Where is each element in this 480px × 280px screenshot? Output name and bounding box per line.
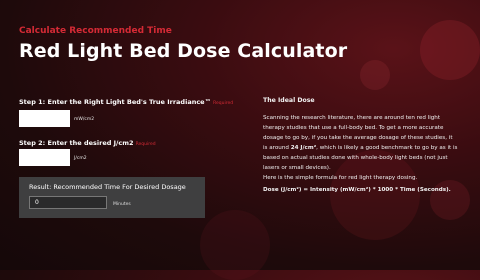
required-indicator: Required	[135, 142, 156, 147]
info-line: Scanning the research literature, there …	[263, 115, 441, 121]
irradiance-unit: mW/cm2	[74, 117, 95, 122]
step1-label-text: Step 1: Enter the Right Light Bed's True…	[19, 98, 212, 106]
dose-formula: Dose (J/cm²) = Intensity (mW/cm²) * 1000…	[263, 187, 451, 193]
background-bokeh	[360, 60, 390, 90]
dose-input[interactable]	[19, 149, 70, 166]
step1-label: Step 1: Enter the Right Light Bed's True…	[19, 98, 233, 106]
dose-unit: J/cm2	[74, 156, 87, 161]
result-field[interactable]: 0	[29, 196, 107, 209]
info-text: is around	[263, 145, 291, 151]
info-text: , which is likely a good benchmark to go…	[316, 145, 458, 151]
required-indicator: Required	[213, 101, 234, 106]
info-line: based on actual studies done with whole-…	[263, 155, 448, 161]
info-title: The Ideal Dose	[263, 97, 315, 104]
result-unit: Minutes	[113, 202, 131, 207]
info-line: Here is the simple formula for red light…	[263, 175, 418, 181]
result-value: 0	[35, 199, 39, 206]
background-bokeh	[420, 20, 480, 80]
page-title: Red Light Bed Dose Calculator	[19, 40, 348, 62]
info-line: therapy studies that use a full-body bed…	[263, 125, 444, 131]
result-panel: Result: Recommended Time For Desired Dos…	[19, 177, 205, 218]
step2-label: Step 2: Enter the desired J/cm2 Required	[19, 139, 156, 147]
result-label: Result: Recommended Time For Desired Dos…	[29, 183, 186, 191]
info-line: dosage to go by, if you take the average…	[263, 135, 453, 141]
step2-label-text: Step 2: Enter the desired J/cm2	[19, 139, 134, 147]
irradiance-input[interactable]	[19, 110, 70, 127]
info-line: is around 24 J/cm², which is likely a go…	[263, 143, 473, 153]
info-line: lasers or small devices).	[263, 165, 331, 171]
dose-highlight: 24 J/cm²	[290, 145, 317, 151]
info-paragraph: Scanning the research literature, there …	[263, 113, 473, 183]
section-eyebrow: Calculate Recommended Time	[19, 26, 172, 36]
